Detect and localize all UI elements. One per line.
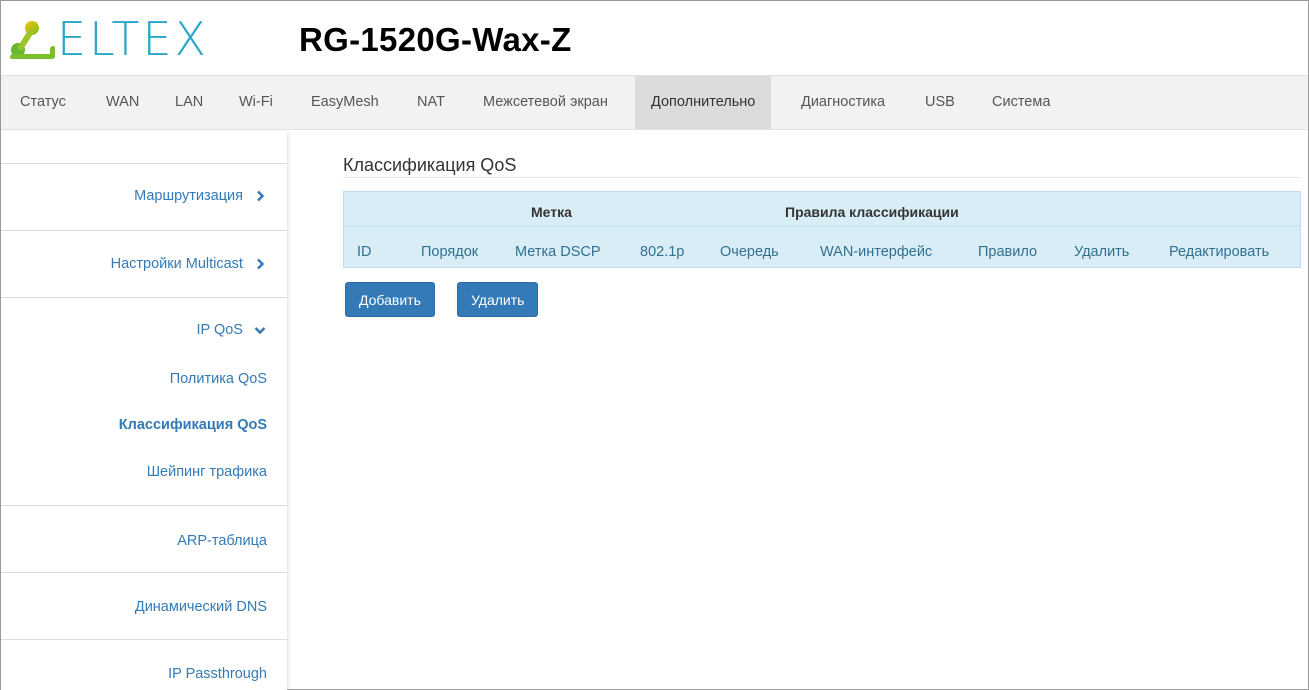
nav-tab-usb[interactable]: USB [925, 76, 955, 129]
column-header-order: Порядок [421, 244, 479, 260]
qos-classification-table: Метка Правила классификации ID Порядок М… [343, 191, 1301, 268]
nav-tab-diagnostics[interactable]: Диагностика [801, 76, 885, 129]
title-divider [343, 177, 1301, 178]
sidebar-divider [1, 230, 287, 231]
column-header-wan-interface: WAN-интерфейс [820, 244, 933, 260]
sidebar-item-dynamic-dns[interactable]: Динамический DNS [135, 599, 267, 615]
nav-tab-easymesh[interactable]: EasyMesh [311, 76, 379, 129]
header: ELTEX RG-1520G-Wax-Z [1, 1, 1308, 75]
logo-text: ELTEX [57, 12, 210, 66]
sidebar-item-routing[interactable]: Маршрутизация [134, 188, 267, 204]
sidebar-divider [1, 163, 287, 164]
nav-tab-system[interactable]: Система [992, 76, 1050, 129]
page-title: Классификация QoS [343, 155, 517, 175]
sidebar-divider [1, 572, 287, 573]
nav-tab-firewall[interactable]: Межсетевой экран [483, 76, 608, 129]
sidebar-subitem-traffic-shaping[interactable]: Шейпинг трафика [147, 464, 267, 480]
nav-tab-advanced[interactable]: Дополнительно [635, 76, 772, 129]
table-header-divider [344, 226, 1300, 227]
column-header-rule: Правило [978, 244, 1038, 260]
table-group-header-label: Метка [531, 204, 572, 220]
sidebar-item-ip-passthrough[interactable]: IP Passthrough [168, 666, 267, 682]
sidebar-divider [1, 639, 287, 640]
sidebar-item-label: Настройки Multicast [110, 256, 243, 272]
nav-tab-nat[interactable]: NAT [417, 76, 445, 129]
sidebar-item-ip-qos[interactable]: IP QoS [196, 322, 267, 338]
sidebar-item-multicast[interactable]: Настройки Multicast [111, 256, 267, 272]
column-header-queue: Очередь [720, 244, 779, 260]
nav-tab-status[interactable]: Статус [20, 76, 66, 129]
chevron-down-icon [254, 327, 266, 335]
sidebar-subitem-qos-policy[interactable]: Политика QoS [170, 371, 267, 387]
sidebar-item-arp-table[interactable]: ARP-таблица [177, 533, 267, 549]
table-group-header-rules: Правила классификации [785, 204, 959, 220]
eltex-logo-icon [10, 21, 55, 59]
nav-tab-lan[interactable]: LAN [175, 76, 203, 129]
sidebar-item-label: Маршрутизация [134, 188, 243, 204]
column-header-8021p: 802.1p [640, 244, 685, 260]
sidebar-divider [1, 297, 287, 298]
add-button[interactable]: Добавить [345, 282, 435, 317]
sidebar: Маршрутизация Настройки Multicast IP QoS… [1, 131, 287, 690]
nav-tab-wan[interactable]: WAN [106, 76, 139, 129]
column-header-edit: Редактировать [1169, 244, 1270, 260]
column-header-dscp: Метка DSCP [515, 244, 601, 260]
chevron-right-icon [257, 190, 265, 202]
device-model-title: RG-1520G-Wax-Z [299, 21, 572, 58]
nav-tab-wifi[interactable]: Wi-Fi [239, 76, 273, 129]
top-navigation: Статус WAN LAN Wi-Fi EasyMesh NAT Межсет… [1, 75, 1308, 130]
sidebar-subitem-qos-classification[interactable]: Классификация QoS [119, 417, 267, 433]
column-header-delete: Удалить [1074, 244, 1130, 260]
sidebar-divider [1, 505, 287, 506]
sidebar-item-label: IP QoS [196, 322, 243, 338]
column-header-id: ID [357, 244, 372, 260]
chevron-right-icon [257, 258, 265, 270]
delete-button[interactable]: Удалить [457, 282, 539, 317]
eltex-logo[interactable]: ELTEX [9, 15, 209, 63]
